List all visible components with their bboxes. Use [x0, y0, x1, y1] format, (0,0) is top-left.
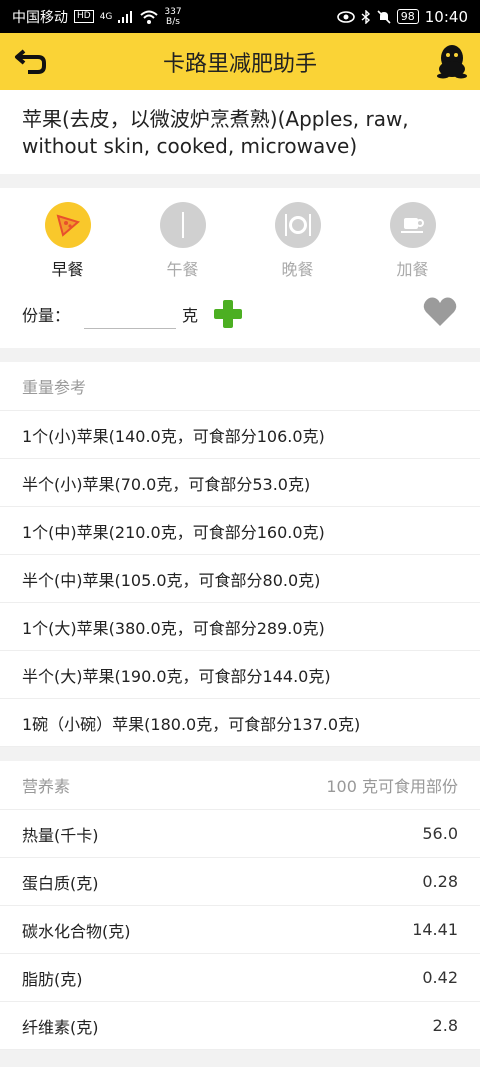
- app-title: 卡路里减肥助手: [162, 51, 317, 77]
- add-plus-icon[interactable]: [212, 298, 244, 330]
- nutrient-row: 脂肪(克) 0.42: [0, 954, 480, 1002]
- eye-icon: [336, 10, 355, 23]
- weight-header: 重量参考: [0, 362, 480, 411]
- meal-lunch[interactable]: 午餐: [143, 202, 223, 280]
- meal-dinner[interactable]: 晚餐: [258, 202, 338, 280]
- nutrients-header: 营养素 100 克可食用部份: [0, 761, 480, 810]
- weight-reference: 重量参考 1个(小)苹果(140.0克，可食部分106.0克) 半个(小)苹果(…: [0, 362, 480, 747]
- qq-penguin-icon[interactable]: [434, 43, 470, 79]
- weight-item[interactable]: 半个(中)苹果(105.0克，可食部分80.0克): [0, 555, 480, 603]
- portion-input[interactable]: [84, 300, 177, 329]
- bluetooth-icon: [361, 9, 370, 24]
- network-type: 4G: [99, 11, 113, 22]
- portion-row: 份量： 克: [0, 280, 480, 348]
- back-arrow-icon[interactable]: [14, 47, 48, 77]
- meal-label: 加餐: [396, 260, 429, 279]
- weight-item[interactable]: 1个(小)苹果(140.0克，可食部分106.0克): [0, 411, 480, 459]
- meal-breakfast[interactable]: 早餐: [28, 202, 108, 280]
- food-name: 苹果(去皮，以微波炉烹煮熟)(Apples, raw, without skin…: [22, 107, 409, 158]
- meal-label: 晚餐: [281, 260, 314, 279]
- net-speed: 337 B/s: [164, 6, 182, 27]
- weight-item[interactable]: 1个(中)苹果(210.0克，可食部分160.0克): [0, 507, 480, 555]
- meal-selector: 早餐 午餐 晚餐 加餐: [0, 188, 480, 280]
- pizza-icon: [44, 202, 91, 248]
- meal-label: 午餐: [166, 260, 199, 279]
- weight-item[interactable]: 半个(大)苹果(190.0克，可食部分144.0克): [0, 651, 480, 699]
- signal-icon: [118, 10, 133, 23]
- mute-icon: [377, 9, 391, 24]
- weight-item[interactable]: 1个(大)苹果(380.0克，可食部分289.0克): [0, 603, 480, 651]
- portion-unit: 克: [182, 306, 199, 325]
- weight-item[interactable]: 1碗（小碗）苹果(180.0克，可食部分137.0克): [0, 699, 480, 747]
- meal-label: 早餐: [51, 260, 84, 279]
- status-bar: 中国移动 HD 4G 337 B/s 98 10:40: [0, 0, 480, 33]
- hd-badge: HD: [74, 10, 94, 23]
- nutrient-row: 蛋白质(克) 0.28: [0, 858, 480, 906]
- wifi-icon: [140, 10, 159, 24]
- nutrient-row: 热量(千卡) 56.0: [0, 810, 480, 858]
- weight-item[interactable]: 半个(小)苹果(70.0克，可食部分53.0克): [0, 459, 480, 507]
- nutrients-table: 营养素 100 克可食用部份 热量(千卡) 56.0 蛋白质(克) 0.28 碳水化…: [0, 761, 480, 1050]
- meal-panel: 早餐 午餐 晚餐 加餐 份量： 克: [0, 188, 480, 348]
- carrier: 中国移动: [12, 9, 68, 26]
- coffee-icon: [389, 202, 436, 248]
- clock: 10:40: [424, 7, 468, 26]
- plate-icon: [274, 202, 321, 248]
- favorite-heart-icon[interactable]: [422, 296, 458, 328]
- battery-indicator: 98: [396, 9, 419, 24]
- nutrient-row: 碳水化合物(克) 14.41: [0, 906, 480, 954]
- meal-snack[interactable]: 加餐: [373, 202, 453, 280]
- food-header: 苹果(去皮，以微波炉烹煮熟)(Apples, raw, without skin…: [0, 90, 480, 174]
- portion-label: 份量：: [22, 306, 71, 325]
- nutrient-row: 纤维素(克) 2.8: [0, 1002, 480, 1050]
- utensil-icon: [159, 202, 206, 248]
- app-bar: 卡路里减肥助手: [0, 33, 480, 90]
